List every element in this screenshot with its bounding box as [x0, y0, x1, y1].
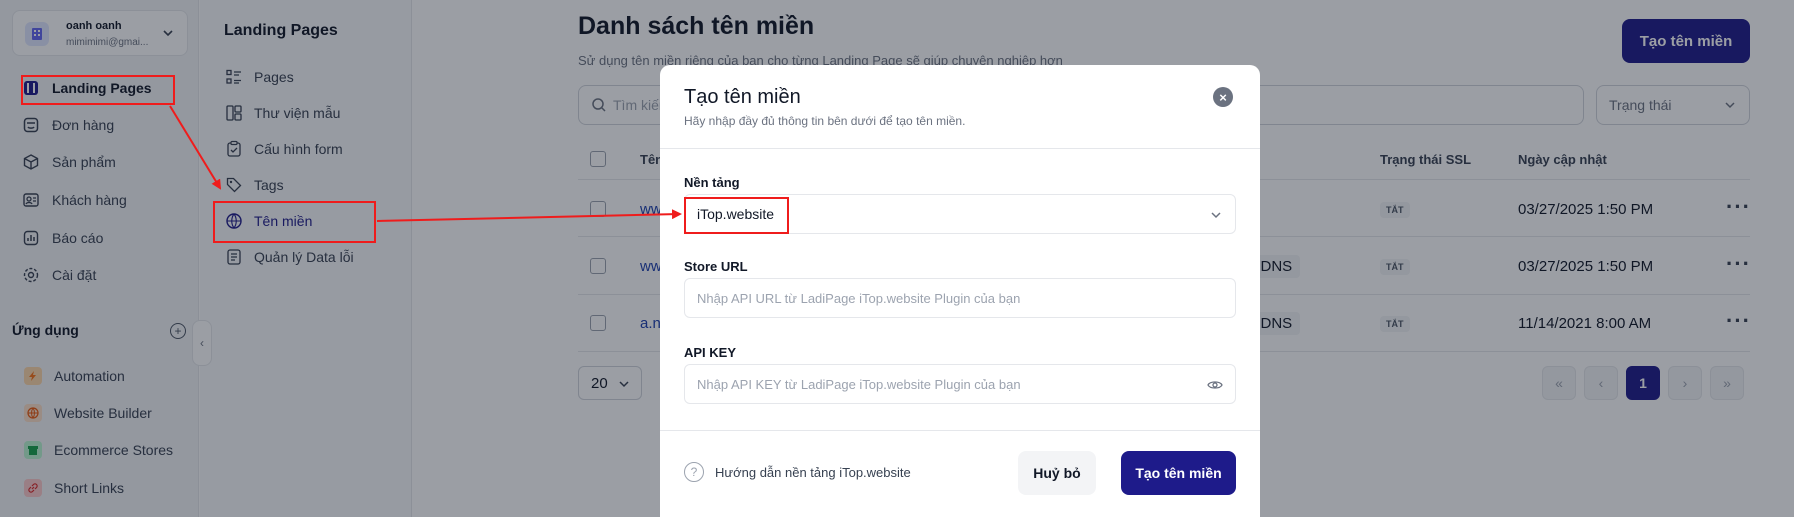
- platform-guide-label: Hướng dẫn nền tảng iTop.website: [715, 464, 911, 480]
- store-url-placeholder: Nhập API URL từ LadiPage iTop.website Pl…: [697, 290, 1021, 306]
- platform-label: Nền tảng: [684, 175, 740, 190]
- api-key-label: API KEY: [684, 345, 737, 360]
- annotation-box-landing-pages: [21, 75, 175, 105]
- platform-guide-link[interactable]: ? Hướng dẫn nền tảng iTop.website: [684, 462, 911, 482]
- create-domain-modal: Tạo tên miền Hãy nhập đầy đủ thông tin b…: [660, 65, 1260, 517]
- modal-subtitle: Hãy nhập đầy đủ thông tin bên dưới để tạ…: [684, 114, 966, 128]
- modal-title: Tạo tên miền: [684, 86, 801, 108]
- modal-divider: [660, 148, 1260, 149]
- store-url-input[interactable]: Nhập API URL từ LadiPage iTop.website Pl…: [684, 278, 1236, 318]
- api-key-placeholder: Nhập API KEY từ LadiPage iTop.website Pl…: [697, 376, 1021, 392]
- eye-icon[interactable]: [1207, 377, 1223, 396]
- modal-divider: [660, 430, 1260, 431]
- chevron-down-icon: [1209, 208, 1223, 225]
- cancel-button[interactable]: Huỷ bỏ: [1018, 451, 1096, 495]
- close-icon[interactable]: ×: [1213, 87, 1233, 107]
- api-key-input[interactable]: Nhập API KEY từ LadiPage iTop.website Pl…: [684, 364, 1236, 404]
- annotation-box-domains: [213, 201, 376, 243]
- store-url-label: Store URL: [684, 259, 748, 274]
- submit-create-domain-button[interactable]: Tạo tên miền: [1121, 451, 1236, 495]
- question-icon: ?: [684, 462, 704, 482]
- annotation-box-platform: [684, 197, 789, 234]
